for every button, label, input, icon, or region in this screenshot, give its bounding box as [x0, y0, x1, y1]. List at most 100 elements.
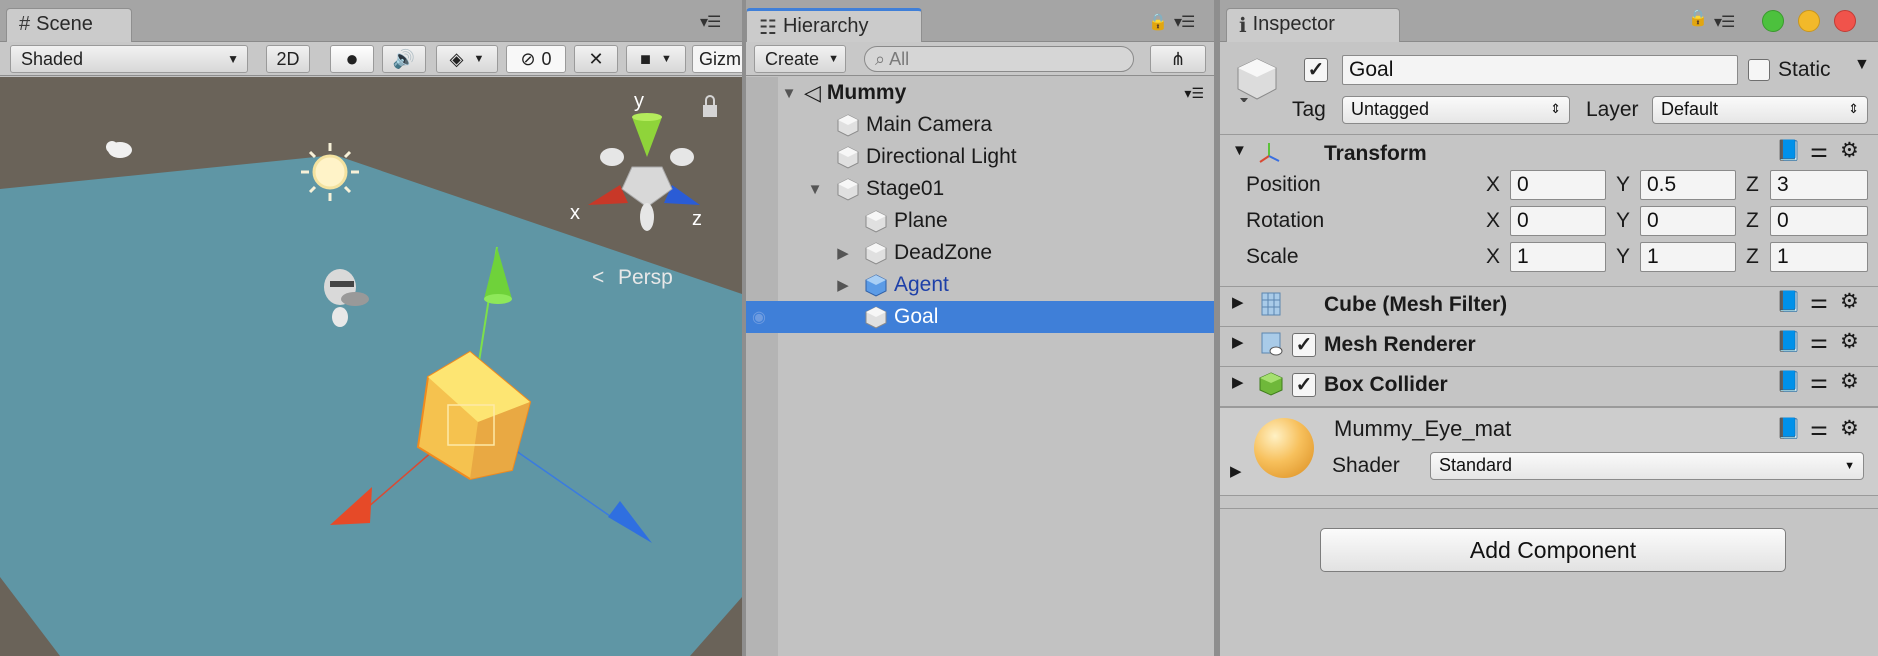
- box-collider-enabled-checkbox[interactable]: ✓: [1292, 373, 1316, 397]
- minimize-window-button[interactable]: [1798, 10, 1820, 32]
- toggle-2d-button[interactable]: 2D: [266, 45, 310, 73]
- add-component-button[interactable]: Add Component: [1320, 528, 1786, 572]
- hierarchy-item-goal[interactable]: ◉ Goal: [746, 301, 1214, 333]
- preset-sliders-icon[interactable]: ⚌: [1810, 416, 1828, 441]
- lock-icon[interactable]: 🔒: [1148, 12, 1168, 32]
- position-z-field[interactable]: 3: [1770, 170, 1868, 200]
- position-z-label[interactable]: Z: [1746, 173, 1759, 197]
- box-collider-header[interactable]: ▶ ✓ Box Collider 📘 ⚌ ⚙: [1220, 366, 1878, 402]
- scale-y-label[interactable]: Y: [1616, 245, 1630, 269]
- lock-icon[interactable]: [703, 95, 717, 117]
- gear-icon[interactable]: ⚙: [1840, 138, 1859, 163]
- lighting-toggle-button[interactable]: ●: [330, 45, 374, 73]
- layer-dropdown[interactable]: Default ⇕: [1652, 96, 1868, 124]
- visibility-eye-icon[interactable]: ◉: [752, 307, 766, 327]
- expand-arrow-icon[interactable]: ▼: [806, 181, 824, 198]
- hierarchy-item-deadzone[interactable]: ▶ DeadZone: [746, 237, 1214, 269]
- create-dropdown[interactable]: Create ▼: [754, 45, 846, 73]
- help-book-icon[interactable]: 📘: [1776, 369, 1801, 394]
- tools-button[interactable]: ✕: [574, 45, 618, 73]
- position-x-field[interactable]: 0: [1510, 170, 1606, 200]
- expand-arrow-icon[interactable]: ▼: [780, 85, 798, 102]
- collapse-arrow-icon[interactable]: ▶: [1230, 462, 1242, 480]
- panel-menu-icon[interactable]: ▾☰: [700, 12, 721, 32]
- gear-icon[interactable]: ⚙: [1840, 329, 1859, 354]
- scene-toolbar: Shaded ▼ 2D ● 🔊 ◈ ▼ ⊘ 0 ✕ ■ ▼ Gizm: [0, 42, 742, 76]
- gear-icon[interactable]: ⚙: [1840, 369, 1859, 394]
- scale-z-field[interactable]: 1: [1770, 242, 1868, 272]
- gear-icon[interactable]: ⚙: [1840, 416, 1859, 441]
- expand-arrow-icon[interactable]: ▼: [1232, 142, 1247, 159]
- panel-menu-icon[interactable]: ▾☰: [1174, 12, 1195, 32]
- position-y-label[interactable]: Y: [1616, 173, 1630, 197]
- tab-inspector[interactable]: ℹ Inspector: [1226, 8, 1400, 42]
- active-checkbox[interactable]: ✓: [1304, 58, 1328, 82]
- hierarchy-scene-root[interactable]: ▼ ◁ Mummy ▾☰: [746, 77, 1214, 109]
- tag-dropdown[interactable]: Untagged ⇕: [1342, 96, 1570, 124]
- transform-title: Transform: [1324, 142, 1427, 165]
- position-y-field[interactable]: 0.5: [1640, 170, 1736, 200]
- gear-icon[interactable]: ⚙: [1840, 289, 1859, 314]
- tag-label: Tag: [1292, 98, 1326, 121]
- position-x-label[interactable]: X: [1486, 173, 1500, 197]
- static-dropdown-arrow-icon[interactable]: ▼: [1854, 56, 1870, 74]
- hierarchy-list[interactable]: ▼ ◁ Mummy ▾☰ Main Camera Directional Lig…: [746, 77, 1214, 656]
- hierarchy-item-directional-light[interactable]: Directional Light: [746, 141, 1214, 173]
- ground-plane[interactable]: [0, 155, 742, 656]
- effects-dropdown[interactable]: ◈ ▼: [436, 45, 498, 73]
- preset-sliders-icon[interactable]: ⚌: [1810, 369, 1828, 394]
- help-book-icon[interactable]: 📘: [1776, 416, 1801, 441]
- scene-menu-icon[interactable]: ▾☰: [1184, 85, 1204, 102]
- hierarchy-item-plane[interactable]: Plane: [746, 205, 1214, 237]
- rotation-z-field[interactable]: 0: [1770, 206, 1868, 236]
- object-name-field[interactable]: Goal: [1342, 55, 1738, 85]
- shading-mode-dropdown[interactable]: Shaded ▼: [10, 45, 248, 73]
- mesh-renderer-enabled-checkbox[interactable]: ✓: [1292, 333, 1316, 357]
- rotation-z-label[interactable]: Z: [1746, 209, 1759, 233]
- scale-x-label[interactable]: X: [1486, 245, 1500, 269]
- rotation-y-field[interactable]: 0: [1640, 206, 1736, 236]
- audio-toggle-button[interactable]: 🔊: [382, 45, 426, 73]
- help-book-icon[interactable]: 📘: [1776, 329, 1801, 354]
- scale-z-label[interactable]: Z: [1746, 245, 1759, 269]
- search-input[interactable]: ⌕ All: [864, 46, 1134, 72]
- hierarchy-item-stage01[interactable]: ▼ Stage01: [746, 173, 1214, 205]
- static-checkbox[interactable]: [1748, 59, 1770, 81]
- scene-viewport[interactable]: y x z < Persp: [0, 77, 742, 656]
- shader-dropdown[interactable]: Standard ▼: [1430, 452, 1864, 480]
- tab-hierarchy[interactable]: ☷ Hierarchy: [746, 8, 922, 42]
- hierarchy-item-agent[interactable]: ▶ Agent: [746, 269, 1214, 301]
- persp-label[interactable]: Persp: [618, 266, 673, 289]
- collapse-arrow-icon[interactable]: ▶: [834, 276, 852, 294]
- help-book-icon[interactable]: 📘: [1776, 138, 1801, 163]
- collapse-arrow-icon[interactable]: ▶: [1232, 333, 1244, 351]
- close-window-button[interactable]: [1834, 10, 1856, 32]
- panel-menu-icon[interactable]: ▾☰: [1714, 12, 1735, 32]
- tab-scene[interactable]: # Scene: [6, 8, 132, 42]
- transform-header[interactable]: ▼ Transform 📘 ⚌ ⚙: [1220, 136, 1878, 172]
- scale-x-field[interactable]: 1: [1510, 242, 1606, 272]
- rotation-x-label[interactable]: X: [1486, 209, 1500, 233]
- hierarchy-item-main-camera[interactable]: Main Camera: [746, 109, 1214, 141]
- help-book-icon[interactable]: 📘: [1776, 289, 1801, 314]
- preset-sliders-icon[interactable]: ⚌: [1810, 289, 1828, 314]
- collapse-arrow-icon[interactable]: ▶: [1232, 293, 1244, 311]
- rotation-x-field[interactable]: 0: [1510, 206, 1606, 236]
- collapse-arrow-icon[interactable]: ▶: [834, 244, 852, 262]
- camera-dropdown[interactable]: ■ ▼: [626, 45, 686, 73]
- preset-sliders-icon[interactable]: ⚌: [1810, 329, 1828, 354]
- hidden-objects-toggle[interactable]: ⊘ 0: [506, 45, 566, 73]
- lock-icon[interactable]: 🔒: [1688, 8, 1708, 28]
- view-orientation-gizmo[interactable]: [588, 113, 700, 231]
- collapse-arrow-icon[interactable]: ▶: [1232, 373, 1244, 391]
- scene-visibility-button[interactable]: ⋔: [1150, 45, 1206, 73]
- gizmos-dropdown[interactable]: Gizm: [692, 45, 742, 73]
- axis-z-label: z: [692, 208, 702, 230]
- mesh-filter-header[interactable]: ▶ Cube (Mesh Filter) 📘 ⚌ ⚙: [1220, 286, 1878, 322]
- scale-y-field[interactable]: 1: [1640, 242, 1736, 272]
- rotation-y-label[interactable]: Y: [1616, 209, 1630, 233]
- hierarchy-toolbar: Create ▼ ⌕ All ⋔: [746, 42, 1214, 76]
- preset-sliders-icon[interactable]: ⚌: [1810, 138, 1828, 163]
- mesh-renderer-header[interactable]: ▶ ✓ Mesh Renderer 📘 ⚌ ⚙: [1220, 326, 1878, 362]
- maximize-window-button[interactable]: [1762, 10, 1784, 32]
